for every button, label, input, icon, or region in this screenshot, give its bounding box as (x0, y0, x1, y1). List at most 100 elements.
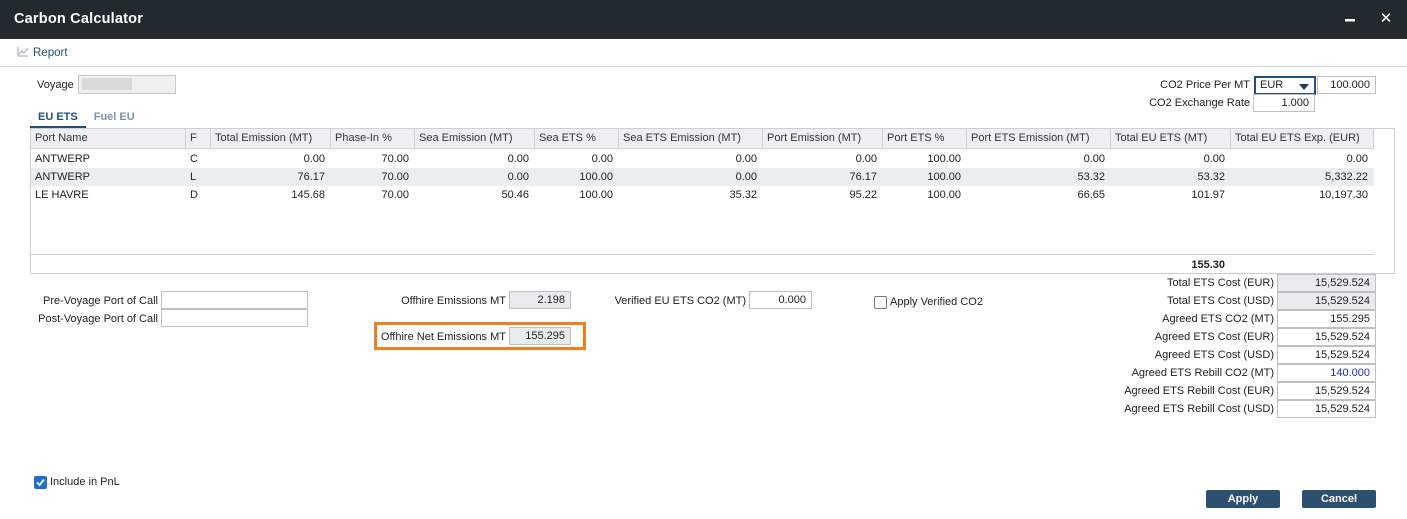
voyage-value-redacted (82, 78, 132, 90)
column-header-total-eu-ets-exp[interactable]: Total EU ETS Exp. (EUR) (1231, 129, 1374, 149)
cell-port-emission: 0.00 (855, 153, 877, 165)
agreed-rebill-co2-input[interactable]: 140.000 (1277, 364, 1376, 382)
cell-sea-ets-emission: 35.32 (729, 189, 757, 201)
co2-rate-input[interactable]: 1.000 (1253, 94, 1315, 112)
offhire-emissions-label: Offhire Emissions MT (401, 295, 506, 307)
cell-port-emission: 95.22 (849, 189, 877, 201)
total-eu-ets-sum: 155.30 (1191, 259, 1225, 271)
agreed-rebill-cost-eur-input[interactable]: 15,529.524 (1277, 382, 1376, 400)
column-header-port-ets-pct[interactable]: Port ETS % (883, 129, 967, 149)
minimize-icon[interactable] (1341, 9, 1359, 28)
include-pnl-checkbox[interactable] (34, 476, 47, 489)
column-header-port-emission[interactable]: Port Emission (MT) (763, 129, 883, 149)
summary-value-total-ets-cost-eur: 15,529.524 (1277, 274, 1376, 292)
verified-co2-input[interactable]: 0.000 (749, 291, 812, 309)
currency-select[interactable]: EUR (1254, 76, 1316, 95)
offhire-emissions-field: 2.198 (509, 291, 571, 309)
cell-port-ets-emission: 66.65 (1077, 189, 1105, 201)
report-button[interactable]: Report (17, 46, 68, 60)
cell-sea-ets-emission: 0.00 (735, 153, 757, 165)
table-row[interactable]: ANTWERP L 76.17 70.00 0.00 100.00 0.00 7… (31, 168, 1374, 186)
co2-price-input[interactable]: 100.000 (1317, 76, 1376, 94)
offhire-net-label: Offhire Net Emissions MT (380, 331, 506, 343)
cell-total-eu-ets: 53.32 (1197, 171, 1225, 183)
title-bar (0, 0, 1407, 39)
verified-co2-label: Verified EU ETS CO2 (MT) (614, 295, 746, 307)
table-row[interactable]: ANTWERP C 0.00 70.00 0.00 0.00 0.00 0.00… (31, 150, 1374, 168)
apply-verified-label: Apply Verified CO2 (890, 296, 983, 308)
cell-total-emission: 0.00 (303, 153, 325, 165)
checkmark-icon (36, 478, 45, 487)
summary-label: Agreed ETS Rebill CO2 (MT) (1131, 367, 1274, 379)
column-header-f[interactable]: F (186, 129, 211, 149)
include-pnl-label: Include in PnL (50, 476, 120, 488)
cell-total-emission: 145.68 (291, 189, 325, 201)
agreed-rebill-cost-usd-input[interactable]: 15,529.524 (1277, 400, 1376, 418)
cell-f: L (190, 171, 197, 183)
agreed-ets-cost-eur-input[interactable]: 15,529.524 (1277, 328, 1376, 346)
post-voyage-port-input[interactable] (161, 309, 308, 327)
table-row[interactable]: LE HAVRE D 145.68 70.00 50.46 100.00 35.… (31, 186, 1374, 204)
cell-port-name: LE HAVRE (35, 189, 89, 201)
summary-label: Total ETS Cost (EUR) (1167, 277, 1274, 289)
cell-sea-ets-pct: 100.00 (579, 171, 613, 183)
emissions-table: Port Name F Total Emission (MT) Phase-In… (30, 128, 1395, 274)
cell-phase-in: 70.00 (381, 153, 409, 165)
agreed-ets-co2-input[interactable]: 155.295 (1277, 310, 1376, 328)
cell-total-emission: 76.17 (297, 171, 325, 183)
agreed-ets-cost-usd-input[interactable]: 15,529.524 (1277, 346, 1376, 364)
column-header-port-name[interactable]: Port Name (31, 129, 186, 149)
currency-value: EUR (1260, 79, 1284, 91)
close-icon[interactable]: ✕ (1377, 10, 1395, 28)
cell-sea-ets-emission: 0.00 (735, 171, 757, 183)
cell-total-eu-ets-exp: 5,332.22 (1325, 171, 1368, 183)
apply-button[interactable]: Apply (1206, 490, 1280, 508)
cell-f: D (190, 189, 198, 201)
summary-value-total-ets-cost-usd: 15,529.524 (1277, 292, 1376, 310)
cell-port-ets-emission: 53.32 (1077, 171, 1105, 183)
tab-bar: EU ETS Fuel EU (30, 109, 143, 128)
cell-sea-emission: 50.46 (501, 189, 529, 201)
summary-label: Agreed ETS CO2 (MT) (1162, 313, 1274, 325)
cell-sea-emission: 0.00 (507, 153, 529, 165)
cell-sea-ets-pct: 0.00 (591, 153, 613, 165)
column-header-total-emission[interactable]: Total Emission (MT) (211, 129, 331, 149)
cell-port-ets-pct: 100.00 (927, 153, 961, 165)
offhire-net-field: 155.295 (509, 327, 571, 345)
summary-label: Agreed ETS Rebill Cost (EUR) (1124, 385, 1274, 397)
column-header-total-eu-ets[interactable]: Total EU ETS (MT) (1111, 129, 1231, 149)
column-header-port-ets-emission[interactable]: Port ETS Emission (MT) (967, 129, 1111, 149)
tab-eu-ets[interactable]: EU ETS (30, 109, 86, 128)
cell-port-name: ANTWERP (35, 171, 90, 183)
cell-total-eu-ets: 0.00 (1203, 153, 1225, 165)
post-voyage-label: Post-Voyage Port of Call (38, 313, 158, 325)
table-header: Port Name F Total Emission (MT) Phase-In… (31, 129, 1374, 149)
cell-port-emission: 76.17 (849, 171, 877, 183)
cancel-button[interactable]: Cancel (1302, 490, 1376, 508)
summary-label: Agreed ETS Rebill Cost (USD) (1124, 403, 1274, 415)
voyage-label: Voyage (37, 79, 74, 91)
cell-total-eu-ets: 101.97 (1191, 189, 1225, 201)
chart-line-icon (17, 46, 29, 60)
window-title: Carbon Calculator (14, 11, 144, 27)
cell-f: C (190, 153, 198, 165)
summary-label: Agreed ETS Cost (EUR) (1154, 331, 1274, 343)
co2-rate-label: CO2 Exchange Rate (1149, 97, 1250, 109)
column-header-phase-in[interactable]: Phase-In % (331, 129, 415, 149)
cell-port-name: ANTWERP (35, 153, 90, 165)
cell-sea-emission: 0.00 (507, 171, 529, 183)
chevron-down-icon (1299, 84, 1309, 90)
cell-sea-ets-pct: 100.00 (579, 189, 613, 201)
pre-voyage-port-input[interactable] (161, 291, 308, 309)
cell-total-eu-ets-exp: 10,197.30 (1319, 189, 1368, 201)
tab-fuel-eu[interactable]: Fuel EU (86, 109, 143, 128)
cell-total-eu-ets-exp: 0.00 (1346, 153, 1368, 165)
toolbar-divider (0, 66, 1407, 67)
cell-phase-in: 70.00 (381, 189, 409, 201)
column-header-sea-emission[interactable]: Sea Emission (MT) (415, 129, 535, 149)
report-label: Report (33, 47, 68, 59)
apply-verified-checkbox[interactable] (874, 296, 887, 309)
cell-port-ets-pct: 100.00 (927, 189, 961, 201)
column-header-sea-ets-pct[interactable]: Sea ETS % (535, 129, 619, 149)
column-header-sea-ets-emission[interactable]: Sea ETS Emission (MT) (619, 129, 763, 149)
